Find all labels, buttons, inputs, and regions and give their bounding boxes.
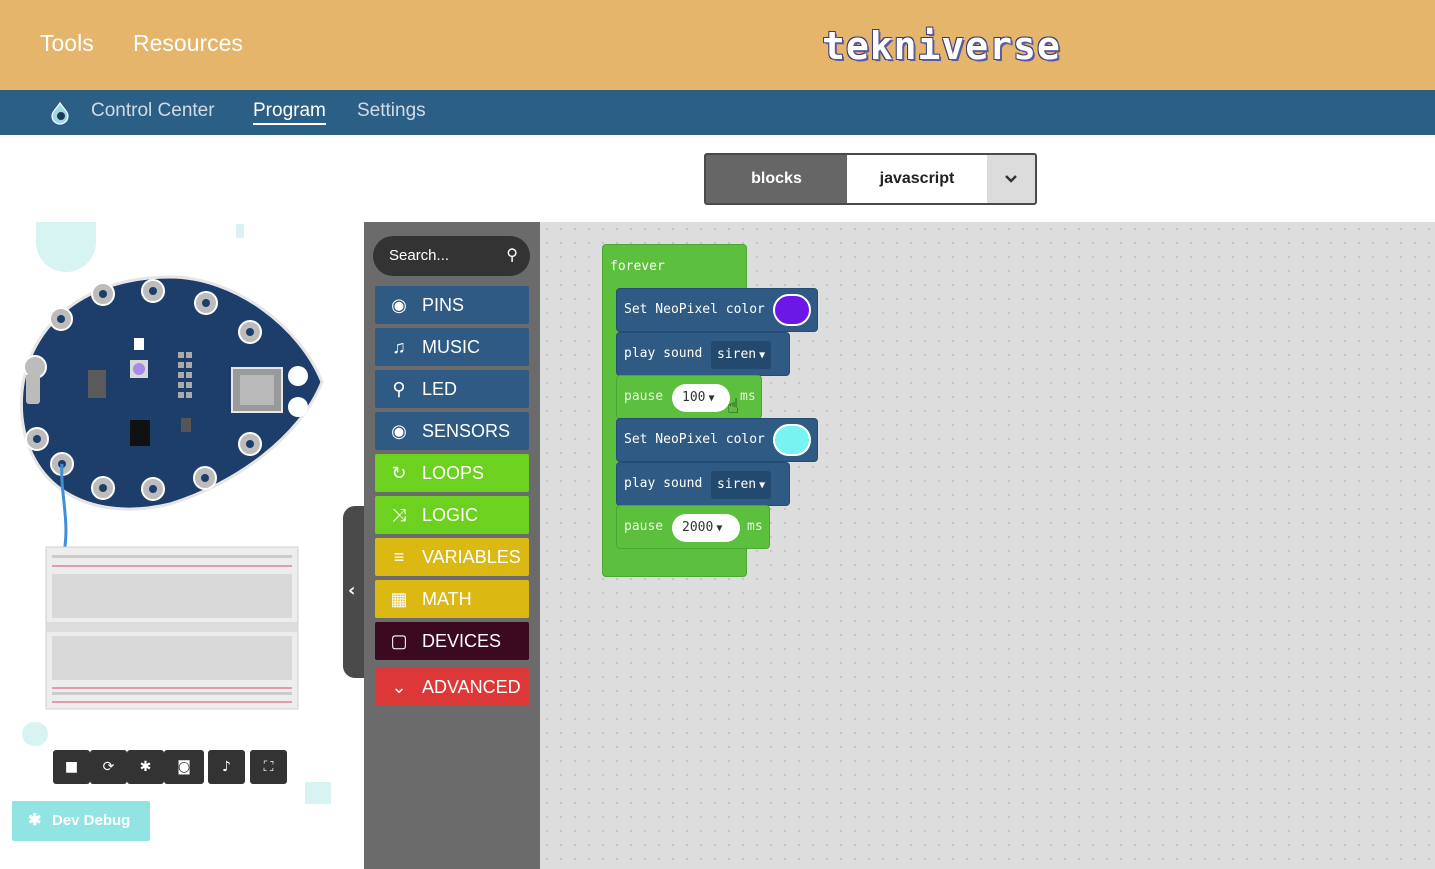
hand-cursor-icon: ☝ bbox=[727, 394, 740, 418]
stop-button[interactable]: ■ bbox=[53, 750, 90, 784]
target-icon: ◉ bbox=[391, 295, 407, 315]
block-label: Set NeoPixel color bbox=[624, 302, 765, 317]
chevron-left-icon: ‹ bbox=[348, 580, 356, 601]
subnav-program[interactable]: Program bbox=[253, 100, 326, 125]
block-label: play sound bbox=[624, 346, 703, 361]
category-label: VARIABLES bbox=[422, 547, 521, 567]
nav-link-resources[interactable]: Resources bbox=[133, 30, 243, 57]
pause-block[interactable]: pause 2000 ▼ ms bbox=[616, 505, 770, 549]
category-label: LOOPS bbox=[422, 463, 485, 483]
category-led[interactable]: ⚲ LED bbox=[375, 370, 529, 408]
shuffle-icon: ⤨ bbox=[391, 505, 407, 525]
pause-duration-input[interactable]: 2000 ▼ bbox=[672, 514, 740, 542]
sound-value: siren bbox=[717, 477, 757, 492]
dev-debug-label: Dev Debug bbox=[52, 812, 131, 829]
editor-menu-button[interactable] bbox=[987, 155, 1035, 203]
pause-value: 100 bbox=[682, 390, 706, 405]
chevron-down-icon: ⌄ bbox=[391, 677, 407, 697]
dev-debug-button[interactable]: ✱ Dev Debug bbox=[12, 801, 150, 841]
lightbulb-icon: ⚲ bbox=[392, 379, 406, 399]
app-drop-icon bbox=[51, 101, 69, 125]
set-neopixel-color-block[interactable]: Set NeoPixel color bbox=[616, 418, 818, 462]
ms-label: ms bbox=[747, 519, 763, 534]
board-simulator[interactable] bbox=[0, 222, 364, 742]
category-logic[interactable]: ⤨ LOGIC bbox=[375, 496, 529, 534]
color-picker[interactable] bbox=[773, 424, 811, 456]
sound-icon: ♪ bbox=[222, 759, 231, 775]
category-label: LOGIC bbox=[422, 505, 479, 525]
category-pins[interactable]: ◉ PINS bbox=[375, 286, 529, 324]
category-loops[interactable]: ↻ LOOPS bbox=[375, 454, 529, 492]
blocks-tab[interactable]: blocks bbox=[706, 155, 847, 203]
play-sound-block[interactable]: play sound siren ▼ bbox=[616, 462, 790, 506]
ms-label: ms bbox=[740, 389, 756, 404]
screenshot-button[interactable]: ◙ bbox=[164, 750, 204, 784]
search-placeholder: Search... bbox=[389, 247, 450, 264]
refresh-icon: ↻ bbox=[391, 463, 407, 483]
stop-icon: ■ bbox=[64, 759, 79, 775]
simulator-panel: ■ ⟳ ✱ ◙ ♪ ⛶ ✱ Dev Debug bbox=[0, 222, 364, 869]
music-note-icon: ♫ bbox=[392, 337, 406, 357]
category-label: ADVANCED bbox=[422, 677, 521, 697]
debug-icon: ✱ bbox=[139, 759, 152, 775]
subnav-settings[interactable]: Settings bbox=[357, 100, 426, 122]
sub-nav: Control Center Program Settings bbox=[0, 90, 1435, 135]
category-sensors[interactable]: ◉ SENSORS bbox=[375, 412, 529, 450]
toolbox: Search... ⚲ ◉ PINS ♫ MUSIC ⚲ LED ◉ SENSORS ↻ LOOP… bbox=[364, 222, 540, 869]
pause-duration-input[interactable]: 100 ▼ bbox=[672, 384, 730, 412]
search-input[interactable]: Search... ⚲ bbox=[373, 236, 530, 276]
category-math[interactable]: ▦ MATH bbox=[375, 580, 529, 618]
block-label: pause bbox=[624, 389, 664, 404]
chevron-down-icon bbox=[1005, 175, 1017, 183]
category-devices[interactable]: ▢ DEVICES bbox=[375, 622, 529, 660]
editor-toggle: blocks javascript bbox=[704, 153, 1037, 205]
subnav-control-center[interactable]: Control Center bbox=[91, 100, 215, 122]
decorative-shape bbox=[305, 782, 331, 804]
category-advanced[interactable]: ⌄ ADVANCED bbox=[375, 668, 529, 706]
block-label: pause bbox=[624, 519, 664, 534]
category-label: MATH bbox=[422, 589, 472, 609]
sound-dropdown[interactable]: siren ▼ bbox=[711, 341, 772, 369]
block-label: play sound bbox=[624, 476, 703, 491]
category-label: MUSIC bbox=[422, 337, 480, 357]
debug-button[interactable]: ✱ bbox=[127, 750, 164, 784]
screenshot-icon: ◙ bbox=[177, 759, 191, 775]
pause-value: 2000 bbox=[682, 520, 714, 535]
sound-value: siren bbox=[717, 347, 757, 362]
caret-down-icon: ▼ bbox=[759, 480, 766, 491]
color-picker[interactable] bbox=[773, 294, 811, 326]
top-bar: Tools Resources tekniverse bbox=[0, 0, 1435, 90]
forever-label: forever bbox=[610, 259, 665, 274]
fullscreen-button[interactable]: ⛶ bbox=[250, 750, 287, 784]
tekniverse-logo[interactable]: tekniverse bbox=[822, 24, 1061, 68]
play-sound-block[interactable]: play sound siren ▼ bbox=[616, 332, 790, 376]
javascript-tab[interactable]: javascript bbox=[847, 155, 987, 203]
category-label: PINS bbox=[422, 295, 465, 315]
category-label: LED bbox=[422, 379, 458, 399]
sound-dropdown[interactable]: siren ▼ bbox=[711, 471, 772, 499]
category-label: DEVICES bbox=[422, 631, 502, 651]
search-icon[interactable]: ⚲ bbox=[506, 236, 518, 276]
sound-button[interactable]: ♪ bbox=[208, 750, 245, 784]
category-music[interactable]: ♫ MUSIC bbox=[375, 328, 529, 366]
pause-block[interactable]: pause 100 ▼ ms bbox=[616, 375, 762, 419]
restart-icon: ⟳ bbox=[102, 759, 115, 775]
fullscreen-icon: ⛶ bbox=[263, 759, 274, 775]
list-icon: ≡ bbox=[393, 547, 405, 567]
calculator-icon: ▦ bbox=[390, 589, 408, 609]
caret-down-icon: ▼ bbox=[759, 350, 766, 361]
restart-button[interactable]: ⟳ bbox=[90, 750, 127, 784]
bug-icon: ✱ bbox=[28, 812, 42, 829]
square-icon: ▢ bbox=[390, 631, 408, 651]
target-icon: ◉ bbox=[391, 421, 407, 441]
caret-down-icon: ▼ bbox=[716, 523, 723, 534]
set-neopixel-color-block[interactable]: Set NeoPixel color bbox=[616, 288, 818, 332]
caret-down-icon: ▼ bbox=[708, 393, 715, 404]
category-variables[interactable]: ≡ VARIABLES bbox=[375, 538, 529, 576]
block-label: Set NeoPixel color bbox=[624, 432, 765, 447]
category-label: SENSORS bbox=[422, 421, 511, 441]
nav-link-tools[interactable]: Tools bbox=[40, 30, 94, 57]
